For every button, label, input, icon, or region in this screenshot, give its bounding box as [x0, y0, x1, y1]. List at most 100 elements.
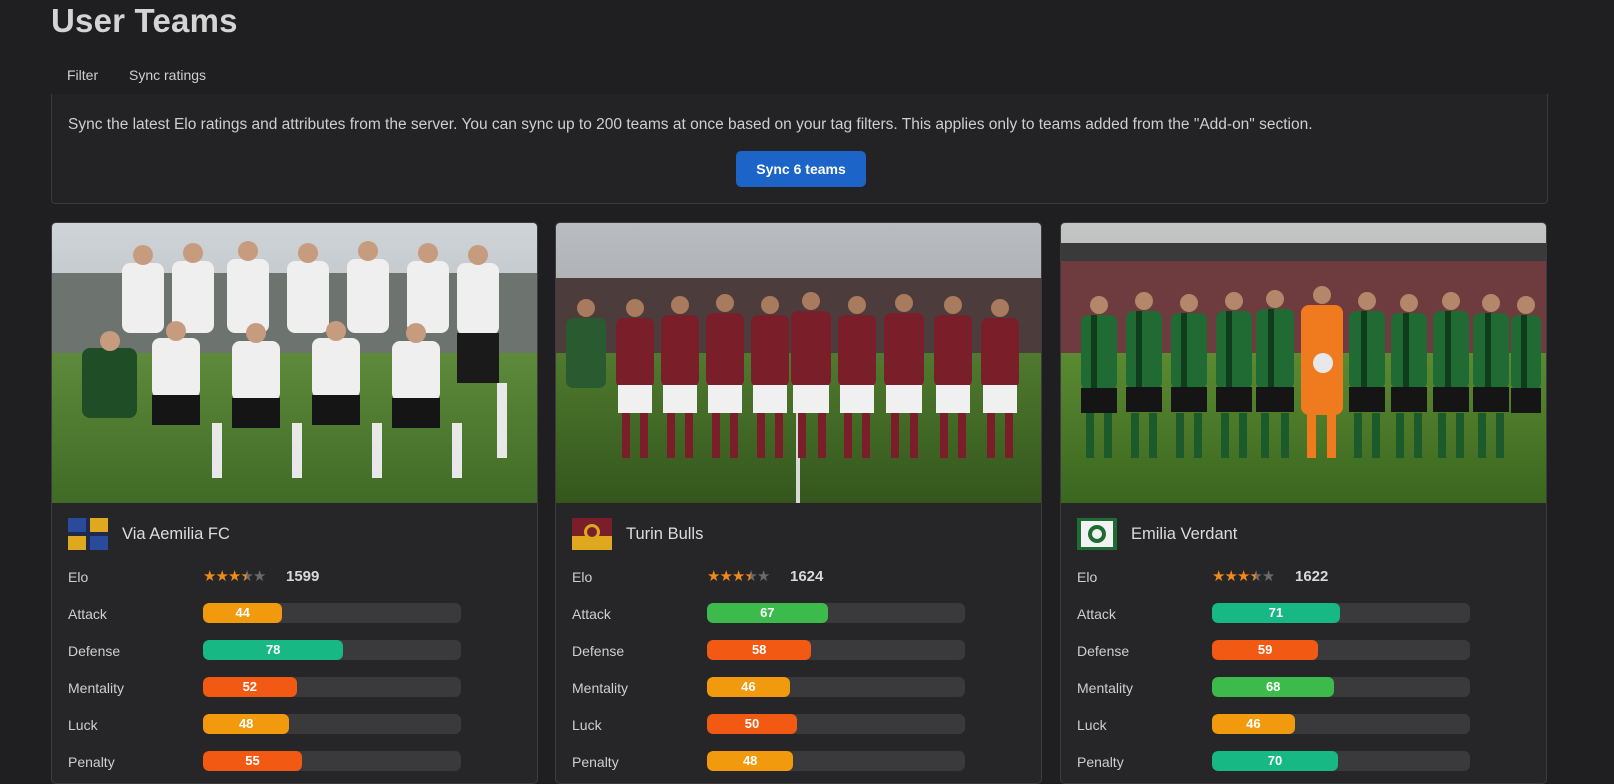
stat-bar-fill: 52: [203, 677, 297, 697]
team-photo: [52, 223, 537, 503]
stat-bar: 52: [203, 677, 461, 697]
stat-label: Defense: [1077, 643, 1130, 659]
stat-row-luck: Luck 48: [68, 714, 528, 736]
stat-bar: 50: [707, 714, 965, 734]
team-crest-icon: [1077, 518, 1117, 550]
team-photo: [556, 223, 1041, 503]
stat-label: Penalty: [1077, 754, 1124, 770]
star-icon: ★: [215, 568, 228, 585]
team-crest-icon: [572, 518, 612, 550]
stat-row-luck: Luck 46: [1077, 714, 1537, 736]
stat-bar: 59: [1212, 640, 1470, 660]
stat-row-attack: Attack 67: [572, 603, 1032, 625]
stat-bar-fill: 71: [1212, 603, 1340, 623]
stat-bar: 46: [707, 677, 965, 697]
star-icon: ★: [1236, 568, 1250, 585]
stat-label: Mentality: [68, 680, 125, 696]
stat-row-penalty: Penalty 70: [1077, 751, 1537, 773]
stat-bar: 68: [1212, 677, 1470, 697]
elo-value: 1624: [790, 568, 824, 585]
stat-row-luck: Luck 50: [572, 714, 1032, 736]
stat-label: Luck: [572, 717, 602, 733]
stat-row-mentality: Mentality 46: [572, 677, 1032, 699]
tab-bar: Filter Sync ratings: [51, 60, 1548, 96]
stat-row-defense: Defense 78: [68, 640, 528, 662]
stat-bar: 78: [203, 640, 461, 660]
star-icon: ★: [1212, 568, 1225, 585]
team-card[interactable]: Via Aemilia FC Elo ★★★★★ 1599 Attack 44 …: [51, 222, 538, 784]
team-card[interactable]: Emilia Verdant Elo ★★★★★ 1622 Attack 71 …: [1060, 222, 1547, 784]
star-icon: ★: [252, 568, 266, 585]
tab-sync-ratings[interactable]: Sync ratings: [113, 60, 223, 96]
stat-label: Defense: [572, 643, 625, 659]
stat-bar: 55: [203, 751, 461, 771]
star-rating: ★★★★★: [1212, 567, 1275, 585]
star-half-icon: ★: [1249, 568, 1262, 585]
team-card[interactable]: Turin Bulls Elo ★★★★★ 1624 Attack 67 Def…: [555, 222, 1042, 784]
stat-bar: 48: [203, 714, 461, 734]
star-half-icon: ★: [744, 568, 757, 585]
stat-bar-fill: 55: [203, 751, 302, 771]
stat-row-defense: Defense 58: [572, 640, 1032, 662]
stat-row-attack: Attack 44: [68, 603, 528, 625]
stat-label: Elo: [572, 569, 593, 585]
stat-label: Penalty: [68, 754, 115, 770]
team-photo: [1061, 223, 1546, 503]
star-icon: ★: [1261, 568, 1275, 585]
stat-row-mentality: Mentality 68: [1077, 677, 1537, 699]
stat-label: Mentality: [1077, 680, 1134, 696]
stat-label: Mentality: [572, 680, 629, 696]
stat-label: Luck: [68, 717, 98, 733]
elo-value: 1622: [1295, 568, 1329, 585]
stat-label: Elo: [1077, 569, 1098, 585]
stat-bar-fill: 58: [707, 640, 812, 660]
sync-description: Sync the latest Elo ratings and attribut…: [68, 116, 1313, 133]
tab-filter[interactable]: Filter: [51, 60, 114, 94]
stat-bar-fill: 50: [707, 714, 797, 734]
stat-bar: 67: [707, 603, 965, 623]
stat-row-defense: Defense 59: [1077, 640, 1537, 662]
elo-row: Elo ★★★★★ 1622: [1077, 566, 1537, 588]
elo-row: Elo ★★★★★ 1599: [68, 566, 528, 588]
star-icon: ★: [707, 568, 720, 585]
team-name: Turin Bulls: [626, 525, 704, 543]
stat-bar: 48: [707, 751, 965, 771]
stat-label: Penalty: [572, 754, 619, 770]
stat-bar-fill: 48: [707, 751, 794, 771]
stat-bar-fill: 68: [1212, 677, 1335, 697]
stat-label: Attack: [1077, 606, 1116, 622]
stat-row-penalty: Penalty 55: [68, 751, 528, 773]
stat-bar-fill: 48: [203, 714, 290, 734]
star-icon: ★: [731, 568, 745, 585]
stat-bar-fill: 46: [1212, 714, 1295, 734]
stat-bar: 46: [1212, 714, 1470, 734]
star-icon: ★: [719, 568, 732, 585]
star-icon: ★: [203, 568, 216, 585]
sync-panel: Sync the latest Elo ratings and attribut…: [51, 94, 1548, 204]
star-icon: ★: [756, 568, 770, 585]
star-rating: ★★★★★: [707, 567, 770, 585]
stat-bar: 44: [203, 603, 461, 623]
star-half-icon: ★: [240, 568, 253, 585]
stat-row-attack: Attack 71: [1077, 603, 1537, 625]
team-name: Emilia Verdant: [1131, 525, 1238, 543]
stat-bar: 70: [1212, 751, 1470, 771]
team-name: Via Aemilia FC: [122, 525, 230, 543]
stat-label: Elo: [68, 569, 89, 585]
sync-teams-button[interactable]: Sync 6 teams: [736, 151, 866, 187]
stat-label: Attack: [572, 606, 611, 622]
star-icon: ★: [1224, 568, 1237, 585]
star-icon: ★: [227, 568, 241, 585]
page-title: User Teams: [51, 2, 238, 39]
stat-bar-fill: 46: [707, 677, 790, 697]
stat-bar-fill: 44: [203, 603, 283, 623]
stat-label: Defense: [68, 643, 121, 659]
stat-bar: 71: [1212, 603, 1470, 623]
team-crest-icon: [68, 518, 108, 550]
elo-row: Elo ★★★★★ 1624: [572, 566, 1032, 588]
stat-row-mentality: Mentality 52: [68, 677, 528, 699]
stat-bar: 58: [707, 640, 965, 660]
star-rating: ★★★★★: [203, 567, 266, 585]
stat-bar-fill: 59: [1212, 640, 1319, 660]
stat-label: Luck: [1077, 717, 1107, 733]
